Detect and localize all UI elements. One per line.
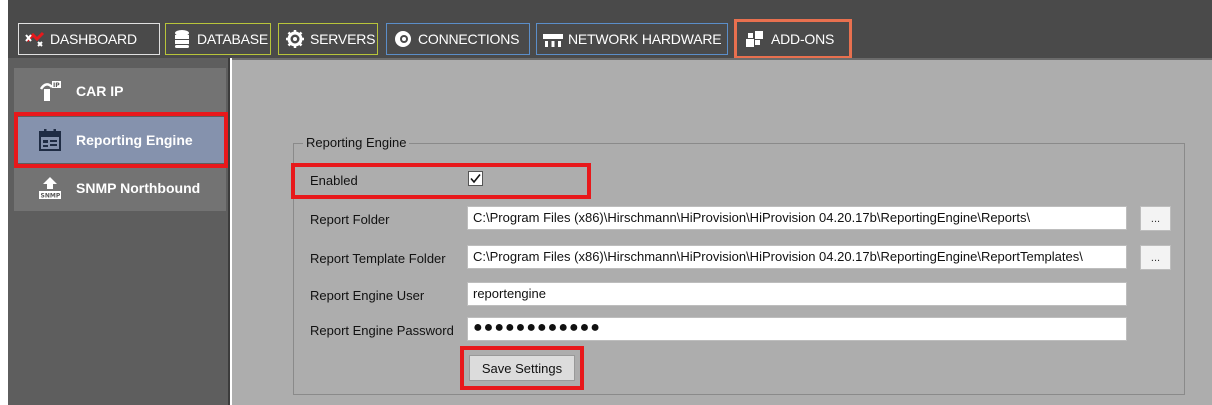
- report-engine-password-label: Report Engine Password: [310, 323, 454, 338]
- group-title: Reporting Engine: [303, 135, 410, 150]
- database-icon: [171, 29, 193, 49]
- car-ip-icon: IP: [38, 79, 62, 103]
- add-ons-active-outline: [734, 19, 852, 59]
- enabled-highlight: [291, 163, 591, 199]
- save-settings-highlight: [460, 346, 584, 390]
- tab-label: NETWORK HARDWARE: [568, 31, 722, 47]
- tab-label: DATABASE: [197, 31, 269, 47]
- tab-label: SERVERS: [310, 31, 376, 47]
- sidebar-item-car-ip[interactable]: IP CAR IP: [14, 68, 226, 114]
- tab-label: DASHBOARD: [50, 31, 137, 47]
- top-nav-bar: DASHBOARD DATABASE SERVERS CONNECTIONS N…: [8, 0, 1212, 58]
- sidebar-item-label: SNMP Northbound: [76, 180, 201, 196]
- sidebar-item-snmp-northbound[interactable]: SNMP SNMP Northbound: [14, 165, 226, 211]
- report-engine-password-input[interactable]: ●●●●●●●●●●●●: [467, 317, 1127, 341]
- report-template-folder-browse-button[interactable]: ...: [1140, 245, 1171, 270]
- sidebar-item-label: CAR IP: [76, 83, 124, 99]
- report-folder-browse-button[interactable]: ...: [1140, 206, 1171, 231]
- tab-dashboard[interactable]: DASHBOARD: [18, 23, 160, 55]
- servers-icon: [284, 29, 306, 49]
- tab-network-hardware[interactable]: NETWORK HARDWARE: [536, 23, 728, 55]
- network-hardware-icon: [542, 29, 564, 49]
- report-engine-user-input[interactable]: reportengine: [467, 282, 1127, 306]
- connections-icon: [392, 29, 414, 49]
- svg-text:SNMP: SNMP: [41, 193, 61, 200]
- report-folder-input[interactable]: C:\Program Files (x86)\Hirschmann\HiProv…: [467, 206, 1127, 230]
- report-folder-label: Report Folder: [310, 212, 390, 227]
- sidebar: IP CAR IP Reporting Engine SNMP SNMP Nor…: [8, 58, 230, 405]
- tab-label: CONNECTIONS: [418, 31, 520, 47]
- tab-connections[interactable]: CONNECTIONS: [386, 23, 530, 55]
- report-engine-user-label: Report Engine User: [310, 288, 425, 303]
- report-template-folder-input[interactable]: C:\Program Files (x86)\Hirschmann\HiProv…: [467, 245, 1127, 269]
- reporting-engine-highlight: [14, 112, 228, 168]
- tab-servers[interactable]: SERVERS: [278, 23, 378, 55]
- dashboard-icon: [24, 29, 46, 49]
- tab-database[interactable]: DATABASE: [165, 23, 271, 55]
- report-template-folder-label: Report Template Folder: [310, 251, 446, 266]
- snmp-northbound-icon: SNMP: [38, 176, 62, 200]
- svg-text:IP: IP: [53, 82, 60, 89]
